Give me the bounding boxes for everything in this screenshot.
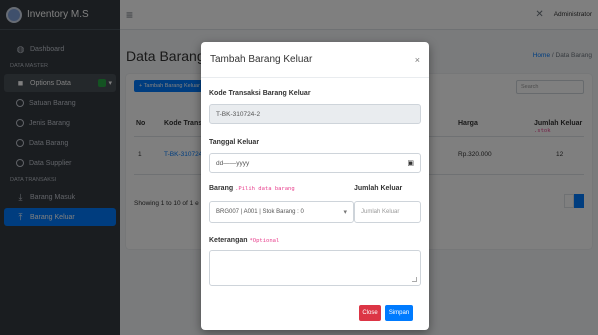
keterangan-hint: *Optional xyxy=(249,238,280,244)
kode-transaksi-field: T-BK-310724-2 xyxy=(209,104,421,124)
jumlah-label: Jumlah Keluar xyxy=(354,185,403,192)
chevron-down-icon: ▾ xyxy=(343,209,347,216)
keterangan-label-text: Keterangan xyxy=(209,237,248,244)
jumlah-keluar-input[interactable]: Jumlah Keluar xyxy=(354,201,421,223)
tanggal-value: dd——yyyy xyxy=(216,159,250,167)
kode-transaksi-value: T-BK-310724-2 xyxy=(216,110,261,118)
modal-header: Tambah Barang Keluar × xyxy=(201,42,429,78)
tanggal-keluar-input[interactable]: dd——yyyy ▣ xyxy=(209,153,421,173)
save-button[interactable]: Simpan xyxy=(385,305,413,321)
add-barang-keluar-modal: Tambah Barang Keluar × Kode Transaksi Ba… xyxy=(201,42,429,330)
barang-select[interactable]: BRG007 | A001 | Stok Barang : 0 ▾ xyxy=(209,201,354,223)
calendar-icon[interactable]: ▣ xyxy=(407,159,414,167)
barang-label-text: Barang xyxy=(209,185,234,192)
barang-label: Barang .Pilih data barang xyxy=(209,185,295,192)
close-icon[interactable]: × xyxy=(415,55,420,65)
resize-handle-icon[interactable] xyxy=(412,277,417,282)
modal-title: Tambah Barang Keluar xyxy=(210,54,313,65)
kode-label: Kode Transaksi Barang Keluar xyxy=(209,90,311,97)
keterangan-label: Keterangan *Optional xyxy=(209,237,279,244)
keterangan-textarea[interactable] xyxy=(209,250,421,286)
barang-hint: .Pilih data barang xyxy=(235,186,295,192)
barang-select-value: BRG007 | A001 | Stok Barang : 0 xyxy=(216,209,304,215)
tanggal-label: Tanggal Keluar xyxy=(209,139,260,146)
jumlah-placeholder: Jumlah Keluar xyxy=(361,209,400,215)
close-button[interactable]: Close xyxy=(359,305,381,321)
